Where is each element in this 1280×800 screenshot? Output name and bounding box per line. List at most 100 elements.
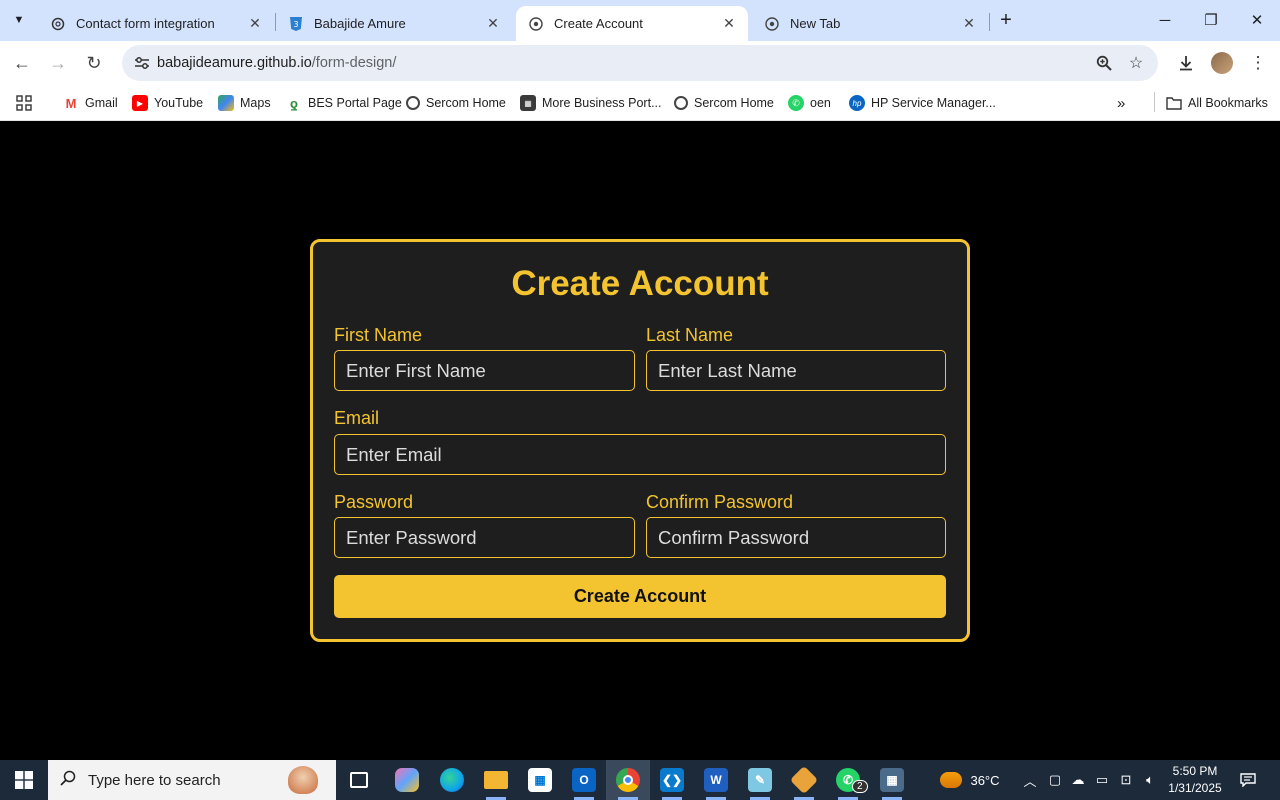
tab-create-account[interactable]: Create Account ✕ — [516, 6, 748, 41]
restore-icon[interactable]: ❐ — [1188, 0, 1234, 40]
whatsapp-icon: ✆ — [788, 95, 804, 111]
close-window-icon[interactable]: ✕ — [1234, 0, 1280, 40]
battery-icon[interactable]: ▭ — [1091, 760, 1113, 800]
browser-toolbar: ← → ↻ babajideamure.github.io/form-desig… — [0, 41, 1280, 85]
search-icon — [48, 770, 88, 791]
copilot-icon[interactable] — [385, 760, 429, 800]
menu-kebab-icon[interactable]: ⋮ — [1244, 49, 1272, 77]
bookmark-sercom-home[interactable]: Sercom Home — [406, 92, 506, 114]
password-label: Password — [334, 492, 414, 512]
first-name-input[interactable] — [334, 350, 635, 391]
apps-grid-icon[interactable] — [16, 92, 32, 114]
bookmark-hp-service[interactable]: hp HP Service Manager... — [849, 92, 996, 114]
new-tab-plus-icon[interactable]: + — [994, 8, 1018, 32]
more-bookmarks-chevron-icon[interactable]: » — [1117, 92, 1125, 114]
reload-icon[interactable]: ↻ — [80, 49, 108, 77]
email-label: Email — [334, 408, 380, 428]
folder-icon — [1166, 95, 1182, 111]
microsoft-store-icon[interactable]: ▦ — [518, 760, 562, 800]
bookmark-star-icon[interactable]: ☆ — [1123, 50, 1149, 76]
confirm-password-input[interactable] — [646, 517, 946, 558]
business-icon: ▦ — [520, 95, 536, 111]
tab-search-chevron-icon[interactable]: ▼ — [6, 8, 32, 32]
bes-icon: ƍ — [290, 95, 298, 111]
bookmark-sercom-home-2[interactable]: Sercom Home — [674, 92, 774, 114]
chrome-favicon-icon — [764, 16, 780, 32]
tab-close-icon[interactable]: ✕ — [960, 15, 978, 33]
url-path: /form-design/ — [311, 55, 397, 71]
url-host: babajideamure.github.io — [157, 55, 312, 71]
site-settings-icon[interactable] — [128, 49, 156, 77]
bookmark-maps[interactable]: Maps — [218, 92, 271, 114]
whatsapp-icon[interactable]: ✆ 2 — [826, 760, 870, 800]
tab-new-tab[interactable]: New Tab ✕ — [752, 6, 988, 41]
form-heading: Create Account — [511, 264, 769, 303]
tab-title: Contact form integration — [76, 16, 215, 31]
word-icon[interactable]: W — [694, 760, 738, 800]
file-explorer-icon[interactable] — [474, 760, 518, 800]
chevron-up-icon[interactable]: ︿ — [1018, 760, 1042, 800]
notifications-icon[interactable] — [1234, 760, 1262, 800]
whatsapp-badge: 2 — [852, 780, 868, 793]
globe-icon — [406, 96, 420, 110]
weather-icon[interactable] — [936, 760, 966, 800]
bookmarks-divider — [1154, 92, 1155, 112]
gmail-icon: M — [65, 95, 77, 111]
tab-babajide-amure[interactable]: 3 Babajide Amure ✕ — [276, 6, 512, 41]
tab-close-icon[interactable]: ✕ — [720, 15, 738, 33]
clock[interactable]: 5:50 PM 1/31/2025 — [1160, 763, 1230, 797]
globe-icon — [674, 96, 688, 110]
forward-arrow-icon[interactable]: → — [44, 49, 72, 77]
page-viewport: Create Account First Name Last Name Emai… — [0, 121, 1280, 760]
openai-favicon-icon — [50, 16, 66, 32]
tab-close-icon[interactable]: ✕ — [246, 15, 264, 33]
bookmark-more-business[interactable]: ▦ More Business Port... — [520, 92, 662, 114]
clock-date: 1/31/2025 — [1168, 781, 1222, 795]
bookmark-oen[interactable]: ✆ oen — [788, 92, 831, 114]
edge-icon[interactable] — [430, 760, 474, 800]
volume-icon[interactable]: 🔈︎ — [1139, 760, 1161, 800]
bookmark-youtube[interactable]: ▶ YouTube — [132, 92, 203, 114]
search-highlight-icon — [288, 766, 318, 794]
create-account-form: Create Account First Name Last Name Emai… — [310, 239, 970, 642]
calculator-icon[interactable]: ▦ — [870, 760, 914, 800]
task-view-icon[interactable] — [337, 760, 381, 800]
notepad-icon[interactable]: ✎ — [738, 760, 782, 800]
css-favicon-icon: 3 — [288, 16, 304, 32]
all-bookmarks[interactable]: All Bookmarks — [1166, 92, 1268, 114]
profile-avatar[interactable] — [1208, 49, 1236, 77]
chrome-icon[interactable] — [606, 760, 650, 800]
svg-text:3: 3 — [293, 20, 298, 29]
download-icon[interactable] — [1172, 49, 1200, 77]
back-arrow-icon[interactable]: ← — [8, 49, 36, 77]
git-icon[interactable] — [782, 760, 826, 800]
minimize-icon[interactable]: ─ — [1142, 0, 1188, 40]
vscode-icon[interactable]: ❮❯ — [650, 760, 694, 800]
bookmarks-bar: M Gmail ▶ YouTube Maps ƍ BES Portal Page Se… — [0, 85, 1280, 121]
globe-favicon-icon — [528, 16, 544, 32]
last-name-label: Last Name — [646, 325, 734, 345]
create-account-button[interactable]: Create Account — [334, 575, 946, 618]
outlook-icon[interactable]: O — [562, 760, 606, 800]
url-text[interactable]: babajideamure.github.io/form-design/ — [157, 55, 396, 71]
onedrive-cloud-icon[interactable]: ☁ — [1067, 760, 1089, 800]
network-icon[interactable]: ⊡ — [1115, 760, 1137, 800]
tab-contact-form[interactable]: Contact form integration ✕ — [38, 6, 274, 41]
clock-time: 5:50 PM — [1172, 764, 1218, 778]
windows-taskbar: Type here to search ▦ O ❮❯ W ✎ ✆ 2 ▦ 36°… — [0, 760, 1280, 800]
tab-title: New Tab — [790, 16, 841, 31]
bookmark-gmail[interactable]: M Gmail — [63, 92, 118, 114]
meet-now-icon[interactable]: ▢ — [1044, 760, 1066, 800]
zoom-icon[interactable] — [1091, 50, 1117, 76]
temperature-text[interactable]: 36°C — [968, 760, 1002, 800]
last-name-input[interactable] — [646, 350, 946, 391]
maps-icon — [218, 95, 234, 111]
password-input[interactable] — [334, 517, 635, 558]
taskbar-search[interactable]: Type here to search — [48, 760, 336, 800]
bookmark-bes-portal[interactable]: ƍ BES Portal Page — [286, 92, 402, 114]
tab-title: Create Account — [554, 16, 643, 31]
windows-start-icon[interactable] — [0, 760, 48, 800]
tab-close-icon[interactable]: ✕ — [484, 15, 502, 33]
email-input[interactable] — [334, 434, 946, 475]
address-bar[interactable]: babajideamure.github.io/form-design/ ☆ — [122, 45, 1158, 81]
